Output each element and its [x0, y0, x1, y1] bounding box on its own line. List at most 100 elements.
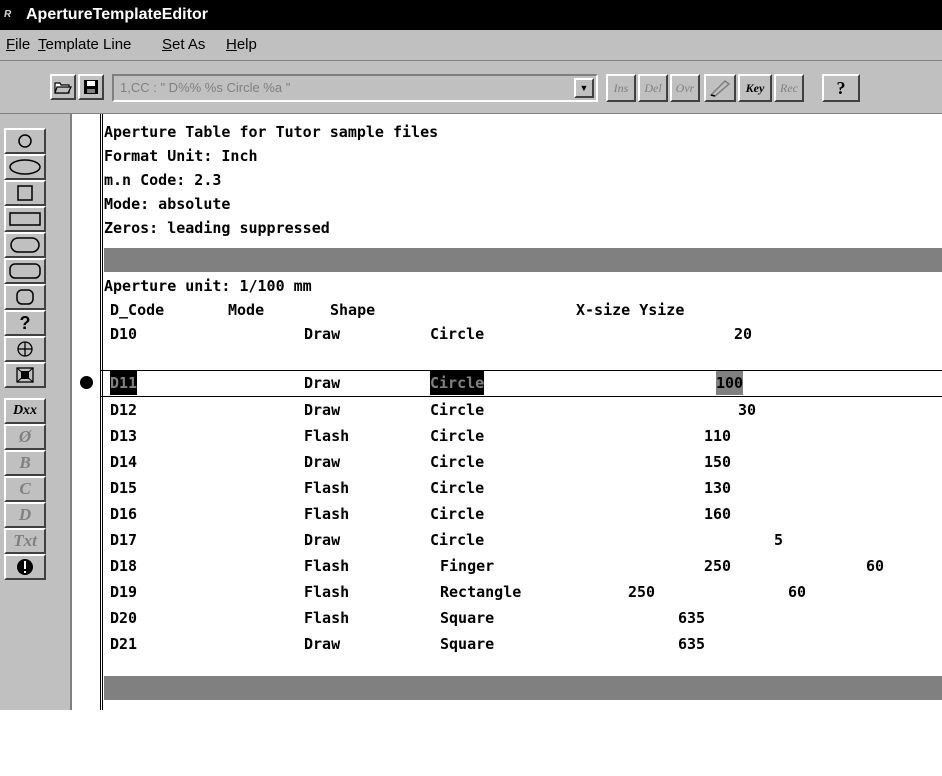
warning-button[interactable]: [4, 554, 46, 580]
menu-template-line[interactable]: Template Line: [38, 30, 131, 60]
combo-dropdown-button[interactable]: ▼: [574, 78, 594, 98]
save-button[interactable]: [78, 74, 104, 100]
table-row[interactable]: D20 Flash Square 635: [104, 606, 942, 630]
d-label: D: [18, 505, 32, 524]
table-row[interactable]: D12 Draw Circle 30: [104, 398, 942, 422]
dcode-button[interactable]: Dxx: [4, 398, 46, 424]
section-separator: [104, 248, 942, 272]
finger-icon: [10, 237, 40, 253]
unknown-shape-button[interactable]: ?: [4, 310, 46, 336]
thermal-button[interactable]: [4, 336, 46, 362]
table-row[interactable]: D15 Flash Circle 130: [104, 476, 942, 500]
rectangle-icon: [9, 212, 41, 226]
template-line-value: 1,CC : " D%% %s Circle %a ": [120, 80, 291, 95]
menu-help[interactable]: Help: [226, 30, 257, 60]
row-xsize: 250: [628, 583, 656, 601]
del-button[interactable]: Del: [638, 74, 668, 102]
oval-button[interactable]: [4, 154, 46, 180]
row-mode: Flash: [304, 583, 350, 601]
row-xsize: 110: [704, 427, 732, 445]
menu-file[interactable]: File: [6, 30, 30, 60]
row-xsize: 30: [738, 401, 757, 419]
header-line: Aperture Table for Tutor sample files: [104, 123, 439, 141]
row-mode: Flash: [304, 609, 350, 627]
row-mode: Draw: [304, 453, 341, 471]
app-icon: R: [4, 9, 12, 20]
table-row-selected[interactable]: D11 Draw Circle 100: [104, 371, 942, 395]
line-gutter: [72, 114, 103, 710]
b-button[interactable]: B: [4, 450, 46, 476]
row-xsize: 100: [716, 371, 744, 395]
open-folder-button[interactable]: [50, 74, 76, 100]
row-shape: Circle: [430, 531, 485, 549]
row-xsize: 160: [704, 505, 732, 523]
target-icon: [16, 367, 34, 383]
table-row[interactable]: D18 Flash Finger 250 60: [104, 554, 942, 578]
diameter-button[interactable]: Ø: [4, 424, 46, 450]
table-row[interactable]: D16 Flash Circle 160: [104, 502, 942, 526]
row-dcode: D11: [110, 371, 138, 395]
row-shape: Circle: [430, 479, 485, 497]
row-dcode: D10: [110, 325, 138, 343]
row-dcode: D19: [110, 583, 138, 601]
key-button[interactable]: Key: [738, 74, 772, 102]
title-bar: R ApertureTemplateEditor: [0, 0, 942, 30]
table-row[interactable]: D17 Draw Circle 5: [104, 528, 942, 552]
pencil-button[interactable]: [704, 74, 736, 102]
table-row[interactable]: D21 Draw Square 635: [104, 632, 942, 656]
circle-icon: [18, 134, 32, 148]
octagon-icon: [16, 289, 34, 305]
rec-button[interactable]: Rec: [774, 74, 804, 102]
ovr-button[interactable]: Ovr: [670, 74, 700, 102]
help-button[interactable]: ?: [822, 74, 860, 102]
header-line: m.n Code: 2.3: [104, 171, 222, 189]
target-button[interactable]: [4, 362, 46, 388]
c-button[interactable]: C: [4, 476, 46, 502]
rectangle-button[interactable]: [4, 206, 46, 232]
circle-small-button[interactable]: [4, 128, 46, 154]
pencil-icon: [709, 80, 731, 97]
floppy-disk-icon: [84, 80, 98, 94]
row-xsize: 635: [678, 635, 706, 653]
column-header-row: D_Code Mode Shape X-size Ysize: [104, 298, 942, 322]
row-dcode: D17: [110, 531, 138, 549]
exclamation-icon: [17, 559, 33, 575]
current-line-marker-icon: [80, 376, 93, 389]
finger-button[interactable]: [4, 232, 46, 258]
c-label: C: [19, 479, 31, 498]
row-mode: Draw: [304, 635, 341, 653]
section-separator: [104, 676, 942, 700]
oval-icon: [9, 159, 41, 175]
row-mode: Draw: [304, 531, 341, 549]
row-xsize: 5: [774, 531, 784, 549]
row-shape: Square: [440, 609, 495, 627]
row-shape: Circle: [430, 325, 485, 343]
header-line: Zeros: leading suppressed: [104, 219, 330, 237]
row-mode: Flash: [304, 557, 350, 575]
menu-set-as[interactable]: Set As: [162, 30, 205, 60]
row-xsize: 250: [704, 557, 732, 575]
template-editor[interactable]: Aperture Table for Tutor sample files Fo…: [100, 114, 942, 710]
octagon-button[interactable]: [4, 284, 46, 310]
chevron-down-icon: ▼: [579, 83, 589, 93]
dcode-label: Dxx: [12, 403, 38, 418]
template-line-combo[interactable]: 1,CC : " D%% %s Circle %a " ▼: [112, 74, 598, 102]
row-mode: Draw: [304, 374, 341, 392]
square-icon: [17, 185, 33, 201]
col-mode: Mode: [228, 301, 265, 319]
row-dcode: D14: [110, 453, 138, 471]
row-xsize: 150: [704, 453, 732, 471]
square-button[interactable]: [4, 180, 46, 206]
text-button[interactable]: Txt: [4, 528, 46, 554]
row-dcode: D21: [110, 635, 138, 653]
ins-button[interactable]: Ins: [606, 74, 636, 102]
rounded-rectangle-button[interactable]: [4, 258, 46, 284]
col-dcode: D_Code: [110, 301, 165, 319]
table-row[interactable]: D13 Flash Circle 110: [104, 424, 942, 448]
table-row[interactable]: D19 Flash Rectangle 250 60: [104, 580, 942, 604]
row-dcode: D15: [110, 479, 138, 497]
table-row[interactable]: D10 Draw Circle 20: [104, 322, 942, 346]
table-row[interactable]: D14 Draw Circle 150: [104, 450, 942, 474]
row-shape: Circle: [430, 427, 485, 445]
d-button[interactable]: D: [4, 502, 46, 528]
